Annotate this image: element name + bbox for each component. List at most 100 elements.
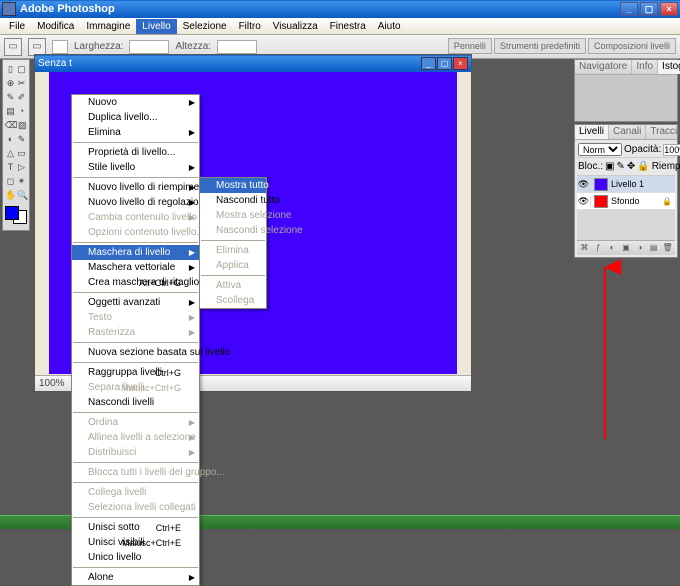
menuitem-nuovo[interactable]: Nuovo▶ [72,95,199,110]
layer-style-icon[interactable]: ƒ [593,243,604,254]
layer-name[interactable]: Livello 1 [611,179,644,189]
menuitem-unisci-sotto[interactable]: Unisci sottoCtrl+E [72,520,199,535]
menuitem-nascondi-tutto[interactable]: Nascondi tutto [200,193,266,208]
lock-paint-icon[interactable]: ✎ [616,161,624,172]
tool-12[interactable]: △ [5,146,16,160]
tab-tracciati[interactable]: Tracciati [646,125,680,139]
menu-finestra[interactable]: Finestra [324,19,372,34]
doc-maximize-button[interactable]: ▢ [437,57,452,70]
tool-3[interactable]: ✂ [16,76,27,90]
layer-thumbnail[interactable] [594,195,608,208]
menuitem-crea-maschera-di-ritaglio[interactable]: Crea maschera di ritaglioAlt+Ctrl+G [72,275,199,290]
menuitem-distribuisci: Distribuisci▶ [72,445,199,460]
menuitem-nuovo-livello-di-riempimento[interactable]: Nuovo livello di riempimento▶ [72,180,199,195]
submenu-arrow-icon: ▶ [189,183,195,192]
height-input[interactable] [217,40,257,54]
tool-7[interactable]: ◔ [16,104,27,118]
new-group-icon[interactable]: ▣ [621,243,632,254]
palwell-composizioni-livelli[interactable]: Composizioni livelli [588,38,676,54]
tool-preset-picker[interactable]: ▭ [4,38,22,56]
menuitem-mostra-tutto[interactable]: Mostra tutto [200,178,266,193]
visibility-icon[interactable]: 👁 [577,196,591,207]
lock-position-icon[interactable]: ✥ [627,161,635,172]
menuitem-maschera-vettoriale[interactable]: Maschera vettoriale▶ [72,260,199,275]
new-layer-icon[interactable]: ▤ [648,243,659,254]
menuitem-oggetti-avanzati[interactable]: Oggetti avanzati▶ [72,295,199,310]
menu-livello[interactable]: Livello [136,19,176,34]
menuitem-nascondi-livelli[interactable]: Nascondi livelli [72,395,199,410]
menuitem-maschera-di-livello[interactable]: Maschera di livello▶ [72,245,199,260]
link-layers-icon[interactable]: ⌘ [579,243,590,254]
tool-18[interactable]: ✋ [5,188,17,202]
layer-mask-icon[interactable]: ◐ [607,243,618,254]
menu-aiuto[interactable]: Aiuto [372,19,407,34]
tool-11[interactable]: ✎ [16,132,27,146]
blend-mode-select[interactable]: Normale [578,143,622,156]
menuitem-nuovo-livello-di-regolazione[interactable]: Nuovo livello di regolazione▶ [72,195,199,210]
tab-istogramma[interactable]: Istogramma [658,60,680,74]
menu-selezione[interactable]: Selezione [177,19,233,34]
color-swatch[interactable] [5,206,27,224]
lock-all-icon[interactable]: 🔒 [637,161,649,172]
opacity-input[interactable] [663,144,680,156]
submenu-arrow-icon: ▶ [189,213,195,222]
tool-2[interactable]: ⊕ [5,76,16,90]
tool-6[interactable]: ▤ [5,104,16,118]
tool-16[interactable]: ◻ [5,174,16,188]
layer-row[interactable]: 👁Sfondo🔒 [577,193,675,210]
minimize-button[interactable]: _ [620,2,638,16]
menu-modifica[interactable]: Modifica [31,19,80,34]
width-input[interactable] [129,40,169,54]
zoom-value[interactable]: 100% [39,378,65,389]
tab-info[interactable]: Info [632,60,658,74]
palwell-strumenti-predefiniti[interactable]: Strumenti predefiniti [494,38,586,54]
tool-1[interactable]: ▢ [16,62,27,76]
app-icon [2,2,16,16]
menuitem-stile-livello[interactable]: Stile livello▶ [72,160,199,175]
menuitem-nuova-sezione-basata-sul-livello[interactable]: Nuova sezione basata sul livello [72,345,199,360]
navigator-palette: NavigatoreInfoIstogramma [574,59,678,122]
tab-navigatore[interactable]: Navigatore [575,60,632,74]
menu-filtro[interactable]: Filtro [233,19,267,34]
shortcut-label: Ctrl+G [155,368,181,378]
tool-19[interactable]: 🔍 [17,188,29,202]
lock-transparency-icon[interactable]: ▣ [605,161,614,172]
adjustment-layer-icon[interactable]: ◑ [634,243,645,254]
tab-canali[interactable]: Canali [609,125,646,139]
layer-row[interactable]: 👁 Livello 1 [577,176,675,193]
tool-13[interactable]: ▭ [16,146,27,160]
close-button[interactable]: × [660,2,678,16]
menu-immagine[interactable]: Immagine [80,19,136,34]
tool-17[interactable]: ✴ [16,174,27,188]
menuitem-unico-livello[interactable]: Unico livello [72,550,199,565]
menuitem-propriet-di-livello-[interactable]: Proprietà di livello... [72,145,199,160]
menuitem-raggruppa-livelli[interactable]: Raggruppa livelliCtrl+G [72,365,199,380]
layer-name[interactable]: Sfondo [611,196,640,206]
delete-layer-icon[interactable]: 🗑 [662,243,673,254]
layer-thumbnail[interactable] [594,178,608,191]
tool-0[interactable]: ▯ [5,62,16,76]
palwell-pennelli[interactable]: Pennelli [448,38,492,54]
maximize-button[interactable]: ▢ [640,2,658,16]
shortcut-label: Alt+Ctrl+G [139,278,181,288]
menu-file[interactable]: File [3,19,31,34]
tool-14[interactable]: T [5,160,16,174]
aspect-picker[interactable]: ▭ [28,38,46,56]
tool-8[interactable]: ⌫ [5,118,17,132]
tool-4[interactable]: ✎ [5,90,16,104]
menuitem-duplica-livello-[interactable]: Duplica livello... [72,110,199,125]
menuitem-unisci-visibili[interactable]: Unisci visibiliMaiusc+Ctrl+E [72,535,199,550]
menuitem-alone[interactable]: Alone▶ [72,570,199,585]
doc-close-button[interactable]: × [453,57,468,70]
menu-visualizza[interactable]: Visualizza [267,19,324,34]
tool-10[interactable]: ◐ [5,132,16,146]
menuitem-elimina[interactable]: Elimina▶ [72,125,199,140]
foreground-color[interactable] [5,206,19,220]
doc-minimize-button[interactable]: _ [421,57,436,70]
tool-15[interactable]: ▷ [16,160,27,174]
tool-5[interactable]: ✐ [16,90,27,104]
tab-livelli[interactable]: Livelli [575,125,609,139]
document-titlebar[interactable]: Senza t _ ▢ × [35,55,471,72]
tool-9[interactable]: ▨ [17,118,28,132]
visibility-icon[interactable]: 👁 [577,179,591,190]
